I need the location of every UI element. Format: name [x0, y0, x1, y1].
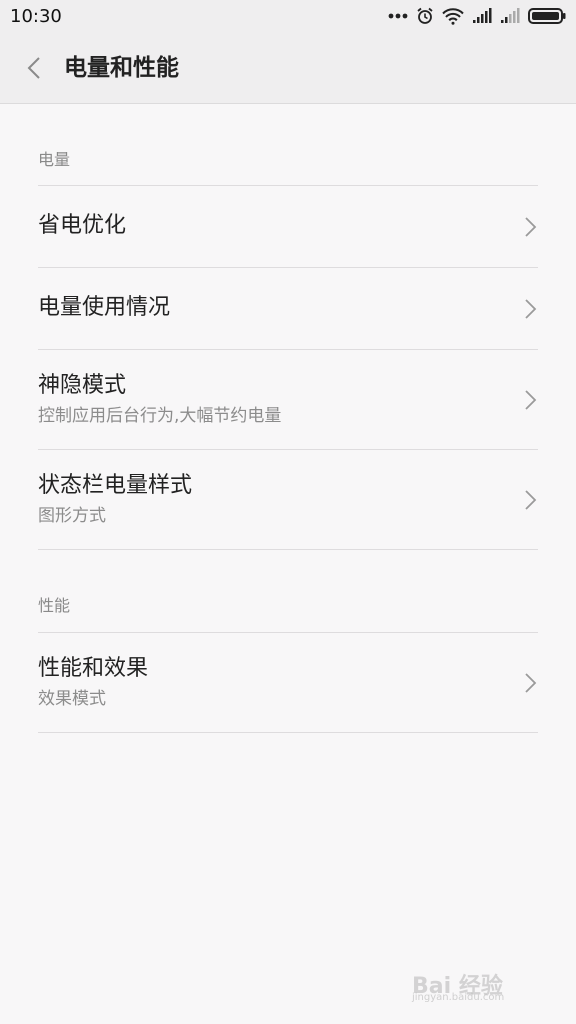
chevron-right-icon: [525, 390, 537, 410]
section-header-battery: 电量: [38, 104, 538, 186]
item-title: 电量使用情况: [38, 295, 171, 320]
item-title: 神隐模式: [38, 373, 127, 398]
more-dots-icon: [388, 13, 408, 19]
item-subtitle: 图形方式: [38, 506, 106, 526]
settings-list: 电量 省电优化 电量使用情况 神隐模式 控制应用后台行为,大幅节约电量 状态栏电…: [0, 104, 576, 733]
signal-icon-2: [501, 8, 520, 23]
alarm-icon: [417, 7, 433, 24]
item-subtitle: 控制应用后台行为,大幅节约电量: [38, 406, 282, 426]
item-title: 状态栏电量样式: [38, 473, 193, 498]
watermark-sub: jingyan.baidu.com: [412, 992, 505, 1003]
watermark: Bai 经验 jingyan.baidu.com: [412, 958, 552, 1006]
battery-icon: [528, 8, 566, 24]
list-item-performance-effects[interactable]: 性能和效果 效果模式: [38, 633, 538, 733]
status-icons: [388, 7, 566, 25]
signal-icon: [473, 8, 492, 23]
app-bar: 电量和性能: [0, 32, 576, 104]
item-title: 省电优化: [38, 213, 127, 238]
chevron-right-icon: [525, 673, 537, 693]
list-item-battery-usage[interactable]: 电量使用情况: [38, 268, 538, 350]
chevron-left-icon: [27, 57, 40, 79]
list-item-stealth-mode[interactable]: 神隐模式 控制应用后台行为,大幅节约电量: [38, 350, 538, 450]
wifi-icon: [442, 7, 464, 25]
list-item-power-saving[interactable]: 省电优化: [38, 186, 538, 268]
list-item-statusbar-battery-style[interactable]: 状态栏电量样式 图形方式: [38, 450, 538, 550]
page-title: 电量和性能: [64, 55, 179, 81]
status-bar: 10:30: [0, 0, 576, 32]
chevron-right-icon: [525, 490, 537, 510]
chevron-right-icon: [525, 299, 537, 319]
chevron-right-icon: [525, 217, 537, 237]
item-title: 性能和效果: [38, 656, 149, 681]
back-button[interactable]: [16, 50, 52, 86]
status-time: 10:30: [10, 5, 62, 27]
item-subtitle: 效果模式: [38, 689, 106, 709]
section-header-performance: 性能: [38, 550, 538, 633]
